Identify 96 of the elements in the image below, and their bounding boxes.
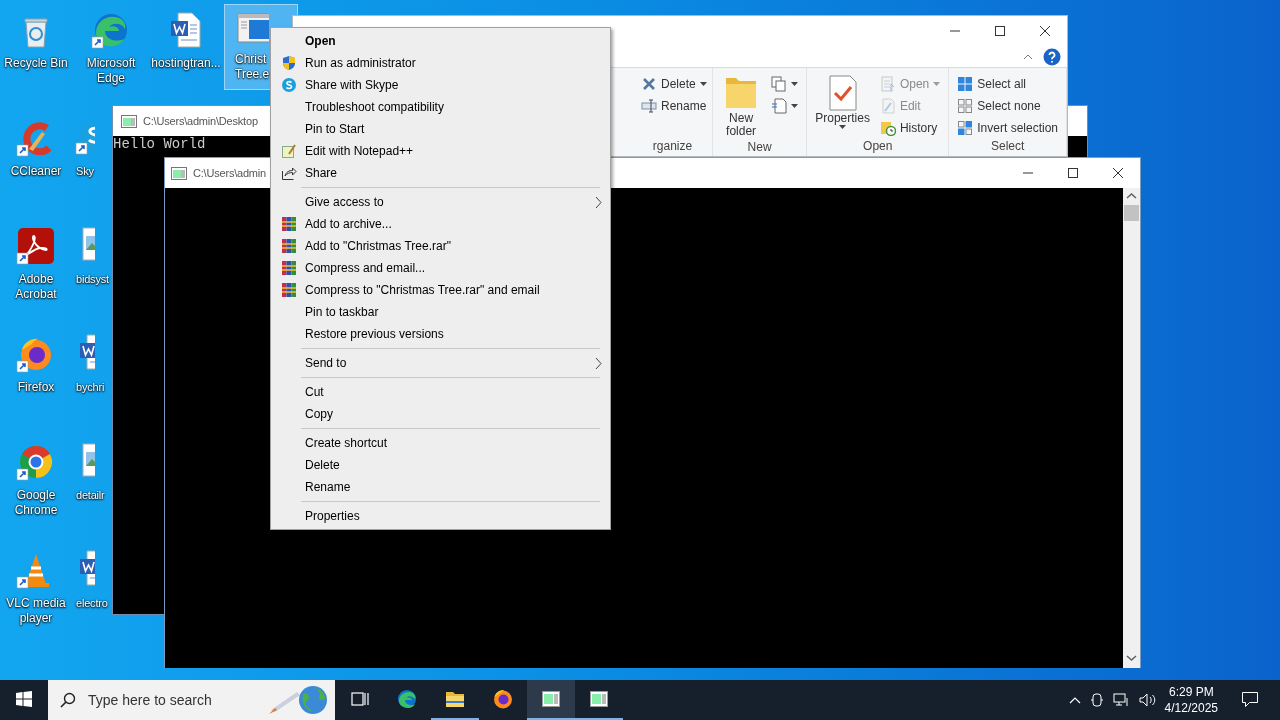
caret-icon [933, 82, 941, 86]
submenu-chevron-icon [595, 356, 602, 370]
chevron-up-icon[interactable] [1068, 696, 1081, 704]
ribbon-button[interactable]: History [877, 118, 943, 138]
console-output: Hello World [113, 136, 206, 152]
menu-item[interactable]: Add to archive... [271, 213, 610, 235]
notepad-icon [281, 143, 297, 159]
menu-item[interactable]: Rename [271, 476, 610, 498]
icon-label: electro [75, 596, 108, 611]
clock-time: 6:29 PM [1167, 684, 1215, 700]
edit-page-icon [879, 98, 896, 114]
delete-icon [641, 76, 657, 92]
maximize-icon [1066, 167, 1079, 179]
icon-label: Recycle Bin [4, 56, 68, 71]
icon-label: hostingtran... [151, 56, 221, 71]
group-label: rganize [651, 139, 694, 155]
invert-selection-icon [957, 120, 974, 136]
new-folder-button[interactable]: New folder [719, 72, 764, 140]
icon-label: VLC media player [5, 596, 67, 626]
menu-item[interactable]: Add to "Christmas Tree.rar" [271, 235, 610, 257]
group-label: Select [989, 139, 1026, 155]
ribbon-icon-button[interactable] [769, 96, 801, 116]
select-none-icon [957, 98, 974, 114]
close-icon [1038, 25, 1051, 37]
task-view-icon [349, 689, 369, 709]
group-label: Open [862, 139, 894, 155]
console-icon [589, 689, 609, 709]
menu-item[interactable]: Restore previous versions [271, 323, 610, 345]
ribbon-button[interactable]: Delete [639, 74, 709, 94]
collapse-ribbon-icon[interactable] [1023, 53, 1033, 60]
ribbon-button[interactable]: Select none [955, 96, 1060, 116]
icon-label: Google Chrome [13, 488, 59, 518]
close-icon [1111, 167, 1124, 179]
folder-icon [445, 689, 465, 709]
console-icon [121, 113, 137, 129]
window-title: C:\Users\admin\Desktop [143, 113, 258, 129]
console-icon [171, 165, 187, 181]
stacked-pages-icon [771, 76, 788, 92]
icon-label: Microsoft Edge [85, 56, 137, 86]
caret-icon [699, 82, 707, 86]
help-icon[interactable] [1043, 47, 1061, 66]
speaker-icon[interactable] [1138, 692, 1157, 708]
windows-logo-icon [16, 691, 32, 707]
menu-item[interactable]: Edit with Notepad++ [271, 140, 610, 162]
icon-label: bidsyst [75, 272, 109, 287]
console-icon [541, 689, 561, 709]
icon-label: Firefox [17, 380, 55, 395]
menu-item[interactable]: Give access to [271, 191, 610, 213]
menu-item[interactable]: Troubleshoot compatibility [271, 96, 610, 118]
icon-label: detailr [75, 488, 105, 503]
device-icon[interactable] [1088, 692, 1105, 708]
ribbon-button[interactable]: Invert selection [955, 118, 1060, 138]
select-all-icon [957, 76, 974, 92]
caret-icon [791, 104, 799, 108]
icon-label: Christ Tree.e [235, 52, 271, 82]
taskbar-app-button[interactable] [527, 680, 575, 720]
history-icon [879, 120, 896, 136]
menu-item[interactable]: Send to [271, 352, 610, 374]
notification-icon [1241, 690, 1259, 708]
network-icon[interactable] [1112, 692, 1131, 708]
rename-icon [641, 98, 657, 114]
scrollbar[interactable] [1123, 188, 1140, 668]
menu-item[interactable]: Compress and email... [271, 257, 610, 279]
chat-logo-icon [281, 77, 297, 93]
menu-item[interactable]: Pin to Start [271, 118, 610, 140]
maximize-icon [993, 25, 1006, 37]
ribbon-button[interactable]: Rename [639, 96, 709, 116]
submenu-chevron-icon [595, 195, 602, 209]
menu-item[interactable]: Pin to taskbar [271, 301, 610, 323]
menu-item[interactable]: Compress to "Christmas Tree.rar" and email [271, 279, 610, 301]
caret-icon [791, 82, 799, 86]
menu-item[interactable]: Share [271, 162, 610, 184]
page-list-icon [771, 98, 788, 114]
properties-button[interactable]: Properties [813, 72, 872, 139]
window-title: C:\Users\admin [193, 165, 266, 181]
menu-item[interactable]: Copy [271, 403, 610, 425]
open-icon [879, 76, 896, 92]
group-label: New [746, 140, 773, 156]
fox-logo-icon [493, 689, 513, 709]
icon-label: Sky [75, 164, 94, 179]
share-icon [281, 165, 297, 181]
browser-logo-icon [397, 689, 417, 709]
search-icon [60, 692, 76, 708]
caret-icon [839, 125, 847, 129]
icon-label: Adobe Acrobat [14, 272, 58, 302]
menu-item[interactable]: Cut [271, 381, 610, 403]
menu-item[interactable]: Create shortcut [271, 432, 610, 454]
icon-label: CCleaner [10, 164, 62, 179]
menu-item[interactable]: Properties [271, 505, 610, 527]
icon-label: bychri [75, 380, 105, 395]
menu-item[interactable]: Delete [271, 454, 610, 476]
ribbon-button[interactable]: Select all [955, 74, 1060, 94]
clock-date: 4/12/2025 [1164, 700, 1218, 716]
search-field[interactable]: Type here to search [48, 680, 335, 720]
shield-icon [281, 55, 297, 71]
ribbon-icon-button[interactable] [769, 74, 801, 94]
